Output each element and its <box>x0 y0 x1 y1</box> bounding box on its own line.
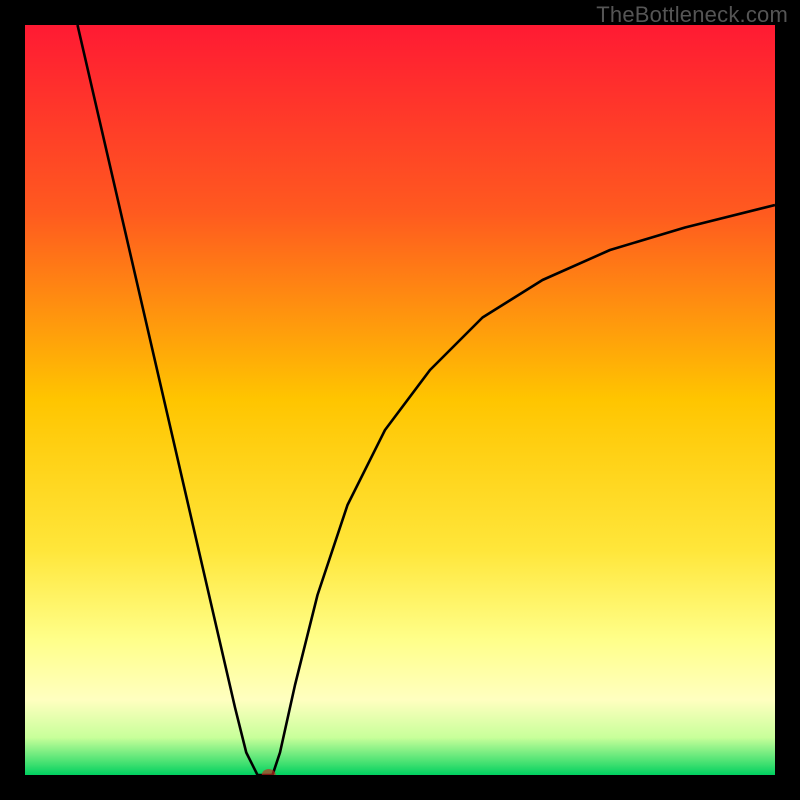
chart-svg <box>25 25 775 775</box>
watermark-text: TheBottleneck.com <box>596 2 788 28</box>
gradient-background <box>25 25 775 775</box>
plot-area <box>25 25 775 775</box>
chart-container: TheBottleneck.com <box>0 0 800 800</box>
